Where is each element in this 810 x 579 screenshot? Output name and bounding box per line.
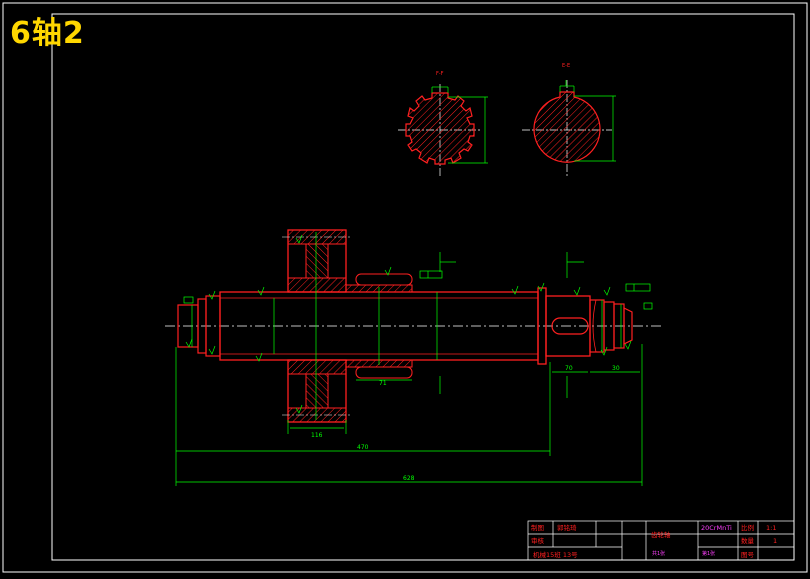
- tb-row1-name: 郭铭琦: [557, 523, 577, 532]
- roughness-symbols: [185, 234, 632, 414]
- inner-frame: [51, 13, 795, 561]
- tb-class-info: 机械15班 13号: [533, 550, 578, 559]
- section-right-label: E-E: [562, 63, 570, 69]
- dim-gear-width: 116: [311, 432, 323, 439]
- shaft-view: 116 71 70 30 470 628: [165, 229, 662, 486]
- title-block-text: 制图 郭铭琦 审核 齿轮轴 20CrMnTi 比例 1:1 数量 1 机械15班…: [531, 523, 777, 559]
- tb-material: 20CrMnTi: [701, 524, 732, 532]
- dim-key-length: 71: [379, 380, 387, 387]
- keyway-section: [533, 91, 601, 163]
- dim-overall-length: 628: [403, 475, 415, 482]
- tb-scale-label: 比例: [741, 523, 754, 532]
- section-right: E-E: [522, 63, 616, 178]
- tb-scale-value: 1:1: [766, 524, 776, 532]
- tb-row1-label: 制图: [531, 523, 544, 532]
- tb-red-b: 第1张: [702, 550, 715, 557]
- tb-part-name: 齿轮轴: [651, 530, 671, 539]
- section-left-label: F-F: [436, 71, 444, 77]
- key-upper: [355, 273, 413, 286]
- tb-red-a: 共1张: [652, 550, 665, 557]
- dim-end-length: 70: [565, 365, 573, 372]
- tb-qty-value: 1: [773, 537, 777, 545]
- tb-row2-label: 审核: [531, 536, 545, 545]
- dim-tip-length: 30: [612, 365, 620, 372]
- drawing-svg: F-F E-E 116 71 70 30 470 628 制图 郭铭琦 审核 齿…: [2, 2, 808, 573]
- dim-main-length: 470: [357, 444, 369, 451]
- drawing-canvas: F-F E-E 116 71 70 30 470 628 制图 郭铭琦 审核 齿…: [0, 0, 810, 575]
- drawing-title: 6轴2: [10, 16, 85, 51]
- tb-drawing-no-label: 图号: [741, 551, 755, 559]
- key-lower: [355, 366, 413, 379]
- spline-section: [405, 92, 475, 165]
- section-left: F-F: [398, 71, 488, 176]
- tb-qty-label: 数量: [741, 536, 755, 545]
